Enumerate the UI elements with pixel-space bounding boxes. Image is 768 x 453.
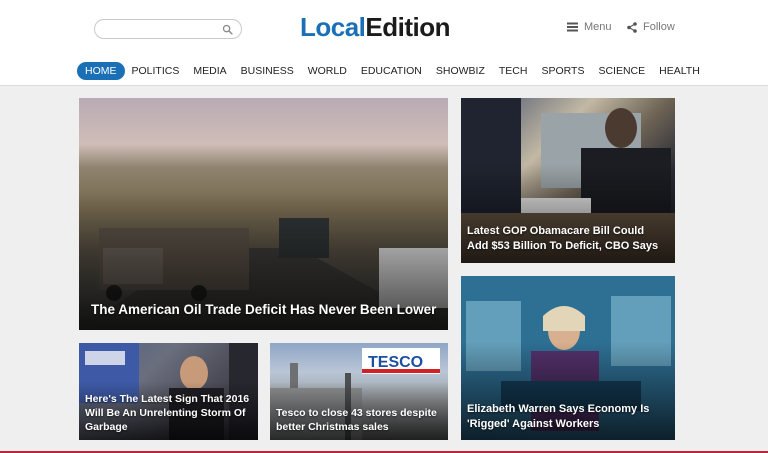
nav-item-home[interactable]: HOME xyxy=(77,62,125,80)
site-header: LocalEdition Menu Follow HOME POLITICS M… xyxy=(0,0,768,86)
nav-item-business[interactable]: BUSINESS xyxy=(234,62,301,80)
svg-text:TESCO: TESCO xyxy=(368,354,423,371)
search-icon[interactable] xyxy=(222,24,233,35)
story-card-bottom-middle[interactable]: TESCO Tesco to close 43 stores despite b… xyxy=(270,343,448,440)
nav-item-politics[interactable]: POLITICS xyxy=(125,62,187,80)
share-icon xyxy=(627,21,637,33)
nav-item-media[interactable]: MEDIA xyxy=(186,62,233,80)
nav-item-education[interactable]: EDUCATION xyxy=(354,62,429,80)
story-card-bottom-left[interactable]: Here's The Latest Sign That 2016 Will Be… xyxy=(79,343,258,440)
main-nav: HOME POLITICS MEDIA BUSINESS WORLD EDUCA… xyxy=(77,62,707,80)
story-card-main[interactable]: The American Oil Trade Deficit Has Never… xyxy=(79,98,448,330)
nav-item-science[interactable]: SCIENCE xyxy=(591,62,652,80)
logo-part-edition: Edition xyxy=(365,12,451,42)
follow-button[interactable]: Follow xyxy=(627,20,675,34)
story-title-bottom-right[interactable]: Elizabeth Warren Says Economy Is 'Rigged… xyxy=(467,402,667,432)
story-title-bottom-left[interactable]: Here's The Latest Sign That 2016 Will Be… xyxy=(85,392,255,434)
nav-item-sports[interactable]: SPORTS xyxy=(534,62,591,80)
nav-item-world[interactable]: WORLD xyxy=(301,62,354,80)
follow-label: Follow xyxy=(643,21,675,33)
menu-button[interactable]: Menu xyxy=(567,20,612,34)
menu-label: Menu xyxy=(584,21,612,33)
nav-item-health[interactable]: HEALTH xyxy=(652,62,707,80)
nav-item-showbiz[interactable]: SHOWBIZ xyxy=(429,62,492,80)
story-title-top-right[interactable]: Latest GOP Obamacare Bill Could Add $53 … xyxy=(467,224,667,254)
site-logo[interactable]: LocalEdition xyxy=(300,12,451,43)
story-title-main[interactable]: The American Oil Trade Deficit Has Never… xyxy=(91,301,441,318)
story-card-top-right[interactable]: Latest GOP Obamacare Bill Could Add $53 … xyxy=(461,98,675,263)
logo-part-local: Local xyxy=(300,12,366,42)
story-card-bottom-right[interactable]: Elizabeth Warren Says Economy Is 'Rigged… xyxy=(461,276,675,440)
search-input[interactable] xyxy=(103,22,221,36)
story-title-bottom-middle[interactable]: Tesco to close 43 stores despite better … xyxy=(276,406,444,434)
search-box[interactable] xyxy=(94,19,242,39)
nav-item-tech[interactable]: TECH xyxy=(492,62,535,80)
hamburger-menu-icon xyxy=(567,22,578,32)
